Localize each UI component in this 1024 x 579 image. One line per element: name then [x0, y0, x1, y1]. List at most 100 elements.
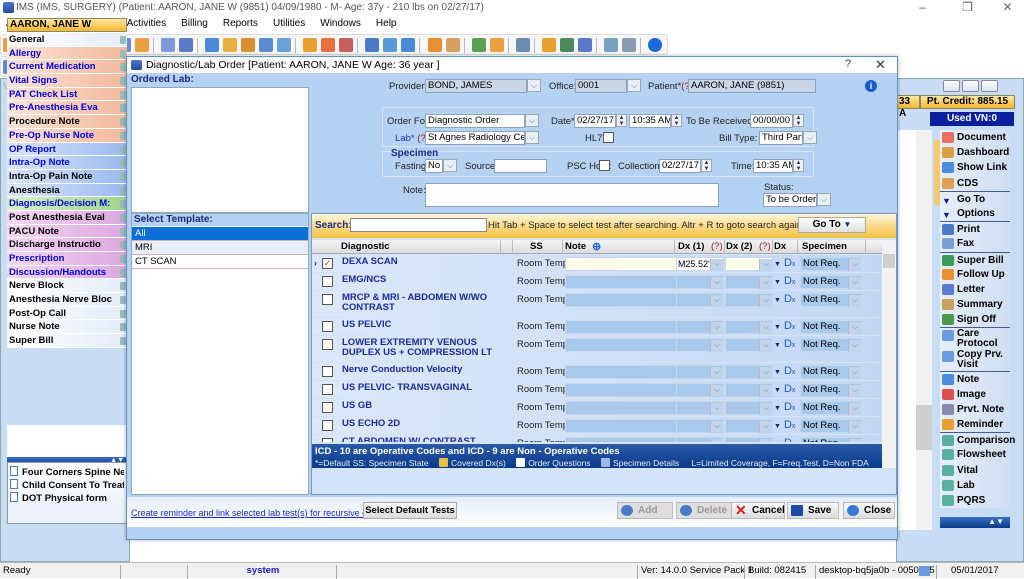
template-item-ct-scan[interactable]: CT SCAN: [132, 255, 308, 269]
dx2-select[interactable]: ⌵: [725, 401, 773, 415]
panel-minimize-button[interactable]: [943, 80, 960, 92]
chevron-down-icon[interactable]: ⌵: [710, 322, 723, 334]
dx2-select[interactable]: ⌵: [725, 257, 773, 271]
nav-item[interactable]: Discussion/Handouts: [7, 265, 127, 280]
search-input[interactable]: [350, 218, 487, 232]
collection-time-spinner[interactable]: ▲ ▼: [793, 159, 804, 172]
collection-date-spinner[interactable]: ▲ ▼: [701, 159, 712, 172]
dx2-select[interactable]: ⌵: [725, 320, 773, 334]
col-diagnostic[interactable]: Diagnostic: [341, 241, 390, 252]
action-show-link[interactable]: Show Link: [940, 160, 1010, 176]
chevron-down-icon[interactable]: ⌵: [759, 277, 772, 289]
nav-item[interactable]: PACU Note: [7, 224, 127, 239]
menu-windows[interactable]: Windows: [314, 16, 367, 29]
action-summary[interactable]: Summary: [940, 297, 1010, 313]
dx-lookup-icon[interactable]: ▼Dx: [774, 419, 795, 431]
nav-item[interactable]: OP Report: [7, 142, 127, 157]
cancel-button[interactable]: ✕ Cancel: [731, 502, 785, 519]
provider-select[interactable]: BOND, JAMES: [425, 79, 527, 93]
chevron-down-icon[interactable]: ⌵: [710, 295, 723, 307]
row-checkbox[interactable]: [322, 276, 333, 287]
patient-field[interactable]: AARON, JANE (9851): [688, 79, 816, 93]
claims-icon[interactable]: [241, 38, 256, 52]
nav-item[interactable]: Anesthesia: [7, 183, 127, 198]
collection-time-field[interactable]: 10:35 AM: [753, 159, 793, 173]
note-scrollbar-thumb[interactable]: [916, 405, 932, 450]
chevron-down-icon[interactable]: ⌵: [710, 259, 723, 271]
row-checkbox[interactable]: [322, 402, 333, 413]
menu-help[interactable]: Help: [370, 16, 403, 29]
dx-lookup-icon[interactable]: ▼Dx: [774, 320, 795, 332]
action-copy-prv-visit[interactable]: Copy Prv. Visit: [940, 349, 1010, 372]
action-go-to[interactable]: ▼ Go To: [940, 190, 1010, 206]
transfer-icon[interactable]: [559, 38, 574, 52]
table-row[interactable]: US PELVIC- TRANSVAGINALRoom Temp.⌵⌵⌵▼DxN…: [312, 381, 882, 398]
table-row[interactable]: US ECHO 2DRoom Temp.⌵⌵⌵▼DxNot Req.⌵: [312, 417, 882, 434]
dx1-select[interactable]: ⌵: [676, 365, 724, 379]
menu-billing[interactable]: Billing: [175, 16, 214, 29]
dx1-select[interactable]: ⌵: [676, 437, 724, 442]
table-row[interactable]: MRCP & MRI - ABDOMEN W/WO CONTRAST Room T…: [312, 291, 882, 317]
status-dropdown[interactable]: ⌵: [817, 193, 831, 206]
form-item[interactable]: Child Consent To Treat: [10, 479, 124, 492]
dx-lookup-icon[interactable]: ▼Dx: [774, 293, 795, 305]
chevron-down-icon[interactable]: ⌵: [759, 367, 772, 379]
chevron-down-icon[interactable]: ⌵: [710, 385, 723, 397]
specimen-select[interactable]: Not Req. ⌵: [800, 365, 862, 379]
specimen-select[interactable]: Not Req. ⌵: [800, 338, 862, 352]
ordered-lab-list[interactable]: [131, 87, 309, 213]
chevron-down-icon[interactable]: ⌵: [710, 421, 723, 433]
action-care-protocol[interactable]: Care Protocol: [940, 327, 1010, 350]
dx1-select[interactable]: ⌵: [676, 401, 724, 415]
chevron-down-icon[interactable]: ⌵: [710, 277, 723, 289]
date-field[interactable]: 02/27/17: [574, 114, 616, 128]
row-checkbox[interactable]: [322, 339, 333, 350]
dx1-help-link[interactable]: (?): [711, 241, 723, 252]
billing-icon[interactable]: [223, 38, 238, 52]
calculator-icon[interactable]: [621, 38, 636, 52]
send-icon[interactable]: [365, 38, 380, 52]
action-fax[interactable]: Fax: [940, 236, 1010, 252]
panel-close-button[interactable]: [981, 80, 998, 92]
dx1-select[interactable]: ⌵: [676, 338, 724, 352]
action-vital[interactable]: Vital: [940, 462, 1010, 478]
chevron-down-icon[interactable]: ⌵: [848, 367, 861, 379]
dialog-close-button[interactable]: ✕: [875, 57, 886, 73]
row-checkbox[interactable]: [322, 384, 333, 395]
col-specimen[interactable]: Specimen: [802, 241, 847, 252]
specimen-select[interactable]: Not Req. ⌵: [800, 293, 862, 307]
status-select[interactable]: To be Ordered: [763, 193, 817, 207]
sort-icon[interactable]: [577, 38, 592, 52]
table-row[interactable]: EMG/NCSRoom Temp.⌵⌵⌵▼DxNot Req.⌵: [312, 273, 882, 290]
col-ss[interactable]: SS: [530, 241, 543, 252]
col-note[interactable]: Note: [565, 241, 586, 252]
chevron-down-icon[interactable]: ⌵: [848, 385, 861, 397]
note-scrollbar[interactable]: [916, 130, 932, 530]
nav-item[interactable]: Discharge Instructio: [7, 238, 127, 252]
chevron-down-icon[interactable]: ⌵: [848, 259, 861, 271]
nav-item[interactable]: Diagnosis/Decision M:: [7, 197, 127, 211]
lab-dropdown[interactable]: ⌵: [525, 131, 539, 144]
row-checkbox[interactable]: [322, 366, 333, 377]
chevron-down-icon[interactable]: ⌵: [710, 403, 723, 415]
form-item[interactable]: DOT Physical form: [10, 492, 124, 505]
chevron-down-icon[interactable]: ⌵: [848, 421, 861, 433]
chevron-down-icon[interactable]: ⌵: [848, 439, 861, 442]
task-icon[interactable]: [427, 38, 442, 52]
dx2-select[interactable]: ⌵: [725, 293, 773, 307]
specimen-select[interactable]: Not Req. ⌵: [800, 401, 862, 415]
restore-button[interactable]: ❐: [945, 0, 990, 16]
message-icon[interactable]: [401, 38, 416, 52]
dx2-select[interactable]: ⌵: [725, 338, 773, 352]
time-spinner[interactable]: ▲ ▼: [671, 114, 682, 127]
action-document[interactable]: Document: [940, 130, 1010, 146]
clipboard-icon[interactable]: [445, 38, 460, 52]
scheduler-icon[interactable]: [321, 38, 336, 52]
add-note-icon[interactable]: ⊕: [592, 240, 601, 253]
chevron-down-icon[interactable]: ⌵: [848, 277, 861, 289]
help-button[interactable]: ?: [845, 58, 851, 70]
source-field[interactable]: [494, 159, 547, 173]
nav-item[interactable]: Intra-Op Note: [7, 156, 127, 170]
reports-folder-icon[interactable]: [489, 38, 504, 52]
fasting-select[interactable]: No: [425, 159, 443, 173]
